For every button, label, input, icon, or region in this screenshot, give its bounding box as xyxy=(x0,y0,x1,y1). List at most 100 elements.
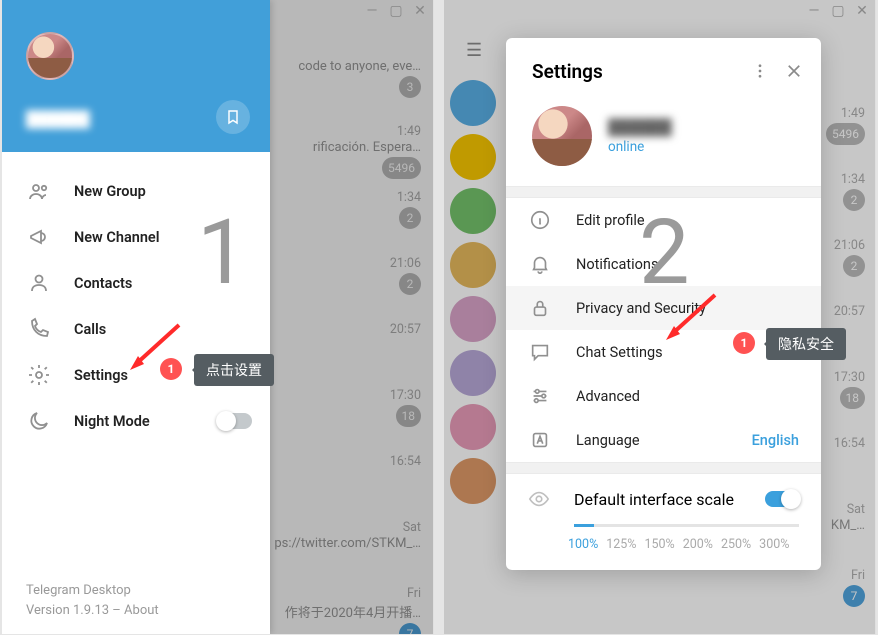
menu-new-group[interactable]: New Group xyxy=(2,168,270,214)
more-icon[interactable] xyxy=(747,58,773,84)
chat-time: 17:30 xyxy=(268,388,421,403)
unread-badge: 5496 xyxy=(382,157,421,179)
menu-calls[interactable]: Calls xyxy=(2,306,270,352)
chat-avatars xyxy=(444,72,502,634)
close-settings-icon[interactable] xyxy=(781,58,807,84)
unread-badge: 3 xyxy=(399,76,421,98)
settings-notifications[interactable]: Notifications xyxy=(506,242,821,286)
settings-item-label: Advanced xyxy=(576,388,640,405)
settings-edit-profile[interactable]: Edit profile xyxy=(506,198,821,242)
divider xyxy=(506,462,821,474)
moon-icon xyxy=(26,408,52,434)
chat-preview: ps://twitter.com/STKM_… xyxy=(268,536,421,551)
window-sidebar-menu: — ▢ ✕ code to anyone, eve… 3 1:49 rifica… xyxy=(2,0,434,634)
chat-avatar[interactable] xyxy=(450,80,496,126)
chat-preview: code to anyone, eve… xyxy=(268,59,421,74)
chat-avatar[interactable] xyxy=(450,188,496,234)
settings-privacy-security[interactable]: Privacy and Security xyxy=(506,286,821,330)
settings-language[interactable]: Language English xyxy=(506,418,821,462)
settings-advanced[interactable]: Advanced xyxy=(506,374,821,418)
close-icon[interactable]: ✕ xyxy=(855,4,869,18)
chat-avatar[interactable] xyxy=(450,296,496,342)
sidebar-header: ██████ xyxy=(2,0,270,152)
chat-avatar[interactable] xyxy=(450,458,496,504)
online-status: online xyxy=(608,139,672,155)
saved-messages-button[interactable] xyxy=(216,100,250,134)
chat-time: 1:34 xyxy=(268,190,421,205)
minimize-icon[interactable]: — xyxy=(807,4,821,18)
menu-label: Night Mode xyxy=(74,413,150,430)
menu-list: New Group New Channel Contacts Calls xyxy=(2,152,270,450)
settings-title: Settings xyxy=(532,60,739,83)
chat-row[interactable]: 1:34 2 xyxy=(268,182,433,248)
hamburger-icon[interactable]: ☰ xyxy=(466,40,482,61)
settings-item-label: Language xyxy=(576,432,640,449)
unread-badge: 2 xyxy=(843,189,865,211)
unread-badge: 18 xyxy=(840,387,866,409)
scale-value[interactable]: 150% xyxy=(644,537,674,552)
chat-avatar[interactable] xyxy=(450,404,496,450)
chat-preview: 作将于2020年4月开播… xyxy=(268,602,421,621)
scale-value[interactable]: 100% xyxy=(568,537,598,552)
unread-badge: 18 xyxy=(396,405,422,427)
scale-values: 100% 125% 150% 200% 250% 300% xyxy=(568,537,799,552)
app-name: Telegram Desktop xyxy=(26,581,159,601)
scale-value[interactable]: 250% xyxy=(721,537,751,552)
unread-badge: 2 xyxy=(843,255,865,277)
chat-row[interactable]: 17:30 18 xyxy=(268,380,433,446)
settings-header: Settings xyxy=(506,38,821,100)
menu-label: Settings xyxy=(74,367,128,384)
maximize-icon[interactable]: ▢ xyxy=(389,4,403,18)
scale-value[interactable]: 300% xyxy=(759,537,789,552)
chat-row[interactable]: 21:06 2 xyxy=(268,248,433,314)
night-mode-toggle[interactable] xyxy=(218,413,252,429)
settings-item-label: Edit profile xyxy=(576,212,645,229)
unread-badge: 7 xyxy=(399,623,421,634)
chat-row[interactable]: 16:54 xyxy=(268,446,433,512)
avatar xyxy=(532,106,592,166)
minimize-icon[interactable]: — xyxy=(365,4,379,18)
menu-night-mode[interactable]: Night Mode xyxy=(2,398,270,444)
chat-row[interactable]: code to anyone, eve… 3 xyxy=(268,50,433,116)
bell-icon xyxy=(528,252,552,276)
menu-label: Calls xyxy=(74,321,106,338)
close-icon[interactable]: ✕ xyxy=(413,4,427,18)
avatar[interactable] xyxy=(26,32,74,80)
scale-slider[interactable] xyxy=(574,524,799,527)
chat-time: 16:54 xyxy=(268,454,421,469)
unread-badge: 7 xyxy=(843,585,865,607)
app-footer: Telegram Desktop Version 1.9.13 – About xyxy=(26,581,159,620)
info-icon xyxy=(528,208,552,232)
chat-avatar[interactable] xyxy=(450,134,496,180)
settings-item-label: Notifications xyxy=(576,256,658,273)
divider xyxy=(506,186,821,198)
annotation-tooltip: 点击设置 xyxy=(194,354,274,386)
scale-value[interactable]: 125% xyxy=(606,537,636,552)
settings-profile[interactable]: ██████ online xyxy=(506,100,821,186)
scale-value[interactable]: 200% xyxy=(683,537,713,552)
chat-time: Fri xyxy=(811,568,865,583)
chat-time: Fri xyxy=(268,586,421,601)
person-icon xyxy=(26,270,52,296)
menu-new-channel[interactable]: New Channel xyxy=(2,214,270,260)
chat-row[interactable]: Fri 作将于2020年4月开播… 7 xyxy=(268,578,433,634)
menu-contacts[interactable]: Contacts xyxy=(2,260,270,306)
chat-avatar[interactable] xyxy=(450,350,496,396)
chat-row[interactable]: 20:57 xyxy=(268,314,433,380)
chat-time: 1:49 xyxy=(268,124,421,139)
about-link[interactable]: About xyxy=(124,603,159,618)
chat-row[interactable]: 1:49 rificación. Espera… 5496 xyxy=(268,116,433,182)
chat-avatar[interactable] xyxy=(450,242,496,288)
scale-toggle[interactable] xyxy=(765,491,799,507)
chat-row[interactable]: Sat ps://twitter.com/STKM_… xyxy=(268,512,433,578)
unread-badge: 5496 xyxy=(826,123,865,145)
unread-badge: 2 xyxy=(399,207,421,229)
sliders-icon xyxy=(528,384,552,408)
annotation-badge: 1 xyxy=(733,332,755,354)
maximize-icon[interactable]: ▢ xyxy=(831,4,845,18)
group-icon xyxy=(26,178,52,204)
app-version: Version 1.9.13 – xyxy=(26,603,124,618)
chat-icon xyxy=(528,340,552,364)
window-settings-panel: — ▢ ✕ ☰ 1:49 5496 1:342 21:062 20:57 17:… xyxy=(444,0,876,634)
interface-scale-section: Default interface scale 100%125%150%200%… xyxy=(506,474,821,570)
